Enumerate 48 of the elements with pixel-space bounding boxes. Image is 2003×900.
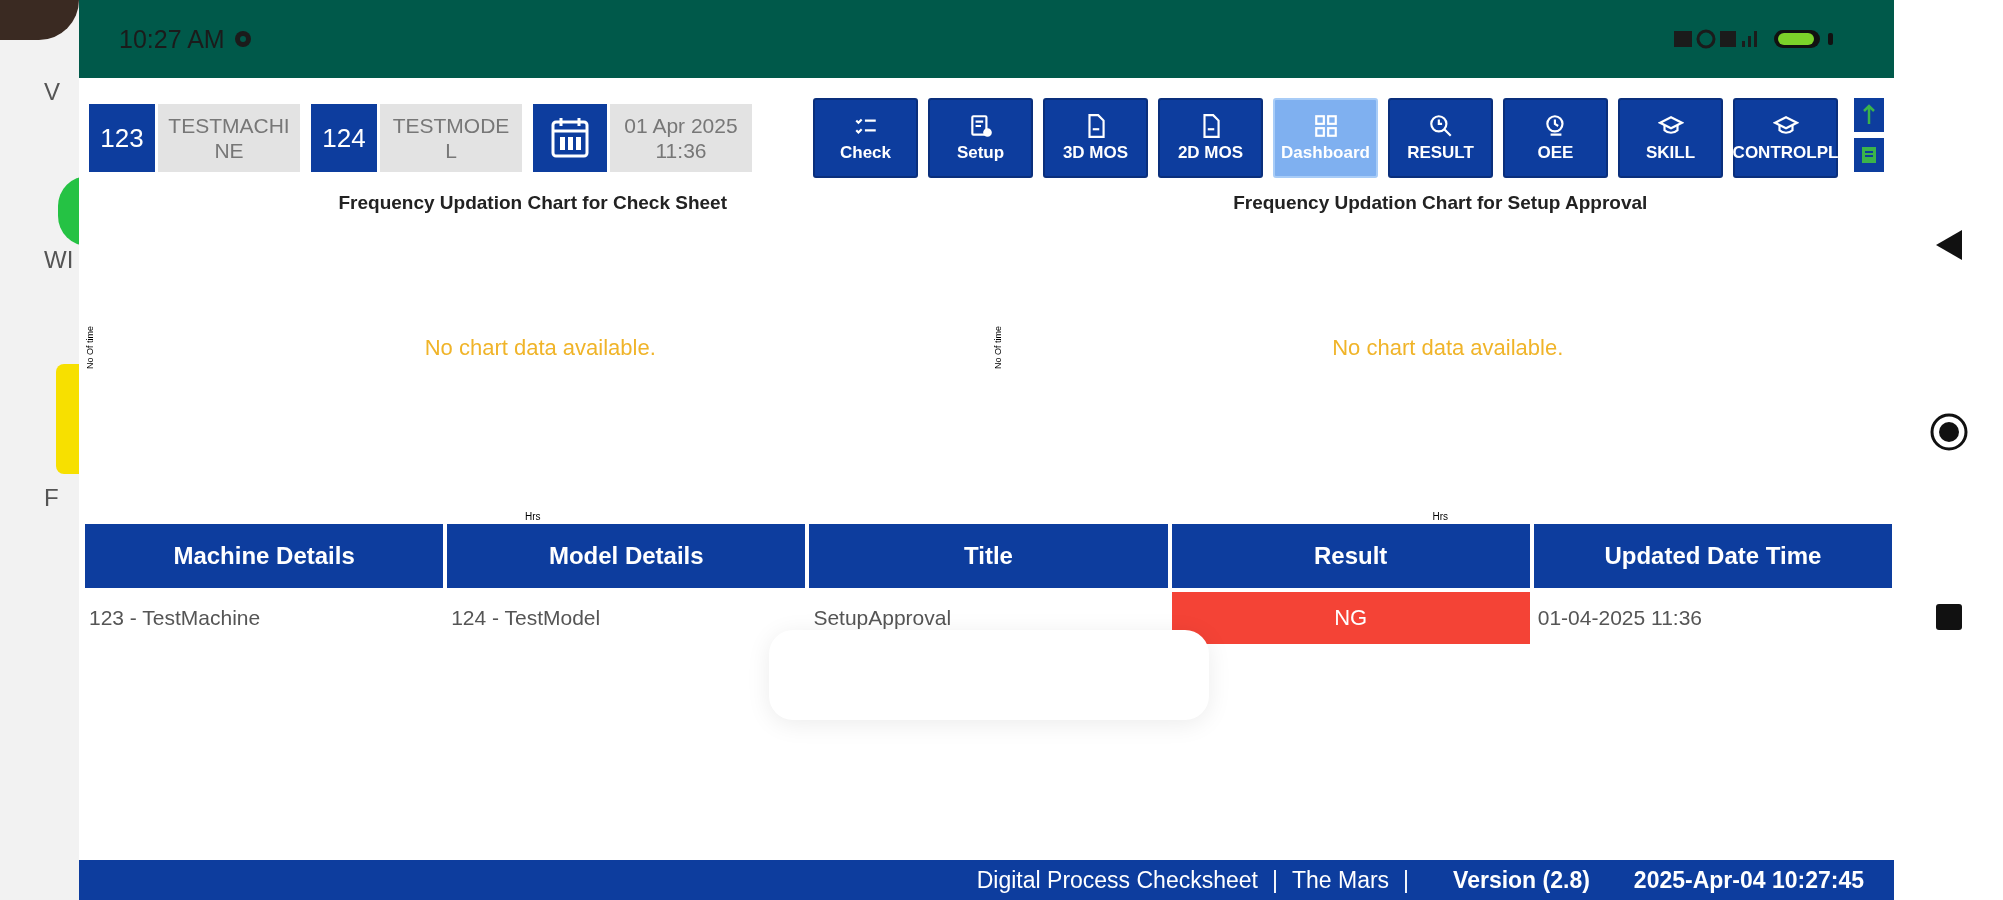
footer-separator: |: [1403, 866, 1410, 894]
nav-button[interactable]: 3D MOS: [1043, 98, 1148, 178]
model-code: 124: [311, 104, 377, 172]
empty-chart-message: No chart data available.: [423, 334, 657, 361]
nav-button[interactable]: Check: [813, 98, 918, 178]
chart-title: Frequency Updation Chart for Setup Approval: [1233, 192, 1648, 214]
app-icon: [56, 364, 79, 474]
export-button[interactable]: [1854, 138, 1884, 172]
nav-button[interactable]: CONTROLPL: [1733, 98, 1838, 178]
nav-button[interactable]: 2D MOS: [1158, 98, 1263, 178]
battery-icon: [1772, 28, 1834, 50]
y-axis-label: No Of time: [85, 326, 94, 369]
table-cell-text: 01-04-2025 11:36: [1536, 605, 1703, 631]
notification-icon: [232, 29, 253, 49]
grid-icon: [1312, 113, 1339, 139]
background-app-text: V: [43, 78, 61, 106]
result-cell: NG: [1171, 592, 1530, 644]
footer-text: 2025-Apr-04 10:27:45: [1633, 866, 1864, 894]
nav-button[interactable]: SKILL: [1618, 98, 1723, 178]
footer-text: Version (2.8): [1453, 866, 1590, 894]
date-time: 01 Apr 2025 11:36: [610, 104, 752, 172]
x-axis-label: Hrs: [524, 511, 541, 522]
upload-icon: [1861, 104, 1877, 126]
machine-code: 123: [89, 104, 155, 172]
background-app-text: F: [43, 484, 60, 512]
background-app-text: WI: [43, 246, 75, 274]
home-button[interactable]: [1928, 412, 1969, 452]
footer-separator: |: [1271, 866, 1278, 894]
table-cell-text: 123 - TestMachine: [88, 605, 262, 631]
search-icon: [1427, 113, 1454, 139]
sheet-icon: [1860, 145, 1878, 165]
upload-button[interactable]: [1854, 98, 1884, 132]
table-cell-text: 124 - TestModel: [450, 605, 602, 631]
status-time: 10:27 AM: [119, 24, 225, 54]
empty-chart-message: No chart data available.: [1331, 334, 1565, 361]
machine-name: TESTMACHINE: [158, 104, 300, 172]
recents-button[interactable]: [1933, 602, 1964, 632]
chart-title: Frequency Updation Chart for Check Sheet: [338, 192, 727, 214]
nav-button[interactable]: RESULT: [1388, 98, 1493, 178]
model-name: TESTMODEL: [380, 104, 522, 172]
nav-button[interactable]: OEE: [1503, 98, 1608, 178]
footer-text: The Mars: [1291, 866, 1390, 894]
nav-button[interactable]: Setup: [928, 98, 1033, 178]
x-axis-label: Hrs: [1432, 511, 1449, 522]
calendar-icon: [550, 116, 590, 160]
footer-text: Digital Process Checksheet: [976, 866, 1258, 894]
table-cell-text: SetupApproval: [812, 605, 953, 631]
y-axis-label: No Of time: [992, 326, 1002, 369]
